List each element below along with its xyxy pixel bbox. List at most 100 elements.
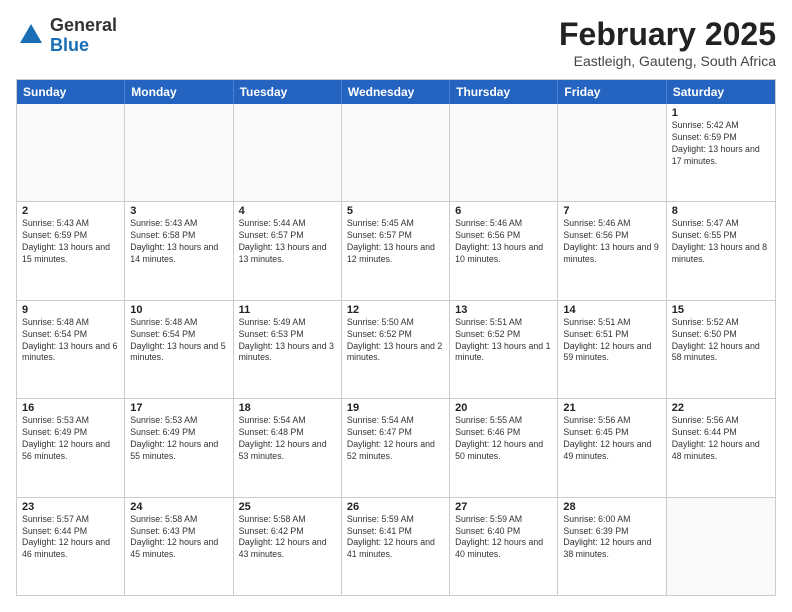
logo-general: General: [50, 15, 117, 35]
calendar-header: Sunday Monday Tuesday Wednesday Thursday…: [17, 80, 775, 104]
day-number: 12: [347, 304, 444, 316]
location: Eastleigh, Gauteng, South Africa: [559, 53, 776, 69]
calendar-body: 1Sunrise: 5:42 AM Sunset: 6:59 PM Daylig…: [17, 104, 775, 595]
calendar-row-3: 16Sunrise: 5:53 AM Sunset: 6:49 PM Dayli…: [17, 399, 775, 497]
calendar-cell: 20Sunrise: 5:55 AM Sunset: 6:46 PM Dayli…: [450, 399, 558, 496]
calendar-cell: 12Sunrise: 5:50 AM Sunset: 6:52 PM Dayli…: [342, 301, 450, 398]
day-number: 23: [22, 501, 119, 513]
day-number: 9: [22, 304, 119, 316]
day-info: Sunrise: 5:57 AM Sunset: 6:44 PM Dayligh…: [22, 514, 119, 562]
day-number: 24: [130, 501, 227, 513]
day-number: 16: [22, 402, 119, 414]
calendar-cell: 6Sunrise: 5:46 AM Sunset: 6:56 PM Daylig…: [450, 202, 558, 299]
calendar-cell: 10Sunrise: 5:48 AM Sunset: 6:54 PM Dayli…: [125, 301, 233, 398]
header-saturday: Saturday: [667, 80, 775, 104]
header-monday: Monday: [125, 80, 233, 104]
header-friday: Friday: [558, 80, 666, 104]
day-info: Sunrise: 5:42 AM Sunset: 6:59 PM Dayligh…: [672, 120, 770, 168]
day-info: Sunrise: 5:43 AM Sunset: 6:58 PM Dayligh…: [130, 218, 227, 266]
calendar-cell: [667, 498, 775, 595]
day-info: Sunrise: 5:56 AM Sunset: 6:44 PM Dayligh…: [672, 415, 770, 463]
day-number: 11: [239, 304, 336, 316]
calendar-cell: 5Sunrise: 5:45 AM Sunset: 6:57 PM Daylig…: [342, 202, 450, 299]
calendar-cell: 8Sunrise: 5:47 AM Sunset: 6:55 PM Daylig…: [667, 202, 775, 299]
calendar-cell: 24Sunrise: 5:58 AM Sunset: 6:43 PM Dayli…: [125, 498, 233, 595]
day-number: 3: [130, 205, 227, 217]
day-number: 27: [455, 501, 552, 513]
day-number: 6: [455, 205, 552, 217]
day-info: Sunrise: 5:52 AM Sunset: 6:50 PM Dayligh…: [672, 317, 770, 365]
day-number: 19: [347, 402, 444, 414]
header-wednesday: Wednesday: [342, 80, 450, 104]
day-info: Sunrise: 5:48 AM Sunset: 6:54 PM Dayligh…: [22, 317, 119, 365]
calendar-cell: [17, 104, 125, 201]
day-info: Sunrise: 5:51 AM Sunset: 6:52 PM Dayligh…: [455, 317, 552, 365]
day-number: 17: [130, 402, 227, 414]
calendar-cell: 9Sunrise: 5:48 AM Sunset: 6:54 PM Daylig…: [17, 301, 125, 398]
day-number: 18: [239, 402, 336, 414]
logo-blue: Blue: [50, 35, 89, 55]
calendar-cell: 14Sunrise: 5:51 AM Sunset: 6:51 PM Dayli…: [558, 301, 666, 398]
day-number: 26: [347, 501, 444, 513]
day-number: 20: [455, 402, 552, 414]
calendar-row-2: 9Sunrise: 5:48 AM Sunset: 6:54 PM Daylig…: [17, 301, 775, 399]
calendar-cell: 25Sunrise: 5:58 AM Sunset: 6:42 PM Dayli…: [234, 498, 342, 595]
day-info: Sunrise: 5:58 AM Sunset: 6:43 PM Dayligh…: [130, 514, 227, 562]
day-number: 14: [563, 304, 660, 316]
day-info: Sunrise: 5:59 AM Sunset: 6:40 PM Dayligh…: [455, 514, 552, 562]
day-info: Sunrise: 5:49 AM Sunset: 6:53 PM Dayligh…: [239, 317, 336, 365]
day-info: Sunrise: 5:48 AM Sunset: 6:54 PM Dayligh…: [130, 317, 227, 365]
calendar-cell: 13Sunrise: 5:51 AM Sunset: 6:52 PM Dayli…: [450, 301, 558, 398]
header-thursday: Thursday: [450, 80, 558, 104]
day-info: Sunrise: 5:43 AM Sunset: 6:59 PM Dayligh…: [22, 218, 119, 266]
day-info: Sunrise: 5:55 AM Sunset: 6:46 PM Dayligh…: [455, 415, 552, 463]
header-sunday: Sunday: [17, 80, 125, 104]
calendar-cell: [450, 104, 558, 201]
day-info: Sunrise: 5:59 AM Sunset: 6:41 PM Dayligh…: [347, 514, 444, 562]
calendar-cell: 1Sunrise: 5:42 AM Sunset: 6:59 PM Daylig…: [667, 104, 775, 201]
calendar-cell: 11Sunrise: 5:49 AM Sunset: 6:53 PM Dayli…: [234, 301, 342, 398]
day-number: 22: [672, 402, 770, 414]
day-info: Sunrise: 5:46 AM Sunset: 6:56 PM Dayligh…: [455, 218, 552, 266]
calendar-cell: 18Sunrise: 5:54 AM Sunset: 6:48 PM Dayli…: [234, 399, 342, 496]
day-number: 21: [563, 402, 660, 414]
calendar-cell: 2Sunrise: 5:43 AM Sunset: 6:59 PM Daylig…: [17, 202, 125, 299]
title-block: February 2025 Eastleigh, Gauteng, South …: [559, 16, 776, 69]
day-info: Sunrise: 5:56 AM Sunset: 6:45 PM Dayligh…: [563, 415, 660, 463]
day-info: Sunrise: 5:58 AM Sunset: 6:42 PM Dayligh…: [239, 514, 336, 562]
calendar-row-4: 23Sunrise: 5:57 AM Sunset: 6:44 PM Dayli…: [17, 498, 775, 595]
month-title: February 2025: [559, 16, 776, 53]
calendar-cell: 17Sunrise: 5:53 AM Sunset: 6:49 PM Dayli…: [125, 399, 233, 496]
calendar-cell: 21Sunrise: 5:56 AM Sunset: 6:45 PM Dayli…: [558, 399, 666, 496]
day-number: 28: [563, 501, 660, 513]
calendar-cell: [234, 104, 342, 201]
header-tuesday: Tuesday: [234, 80, 342, 104]
day-info: Sunrise: 5:53 AM Sunset: 6:49 PM Dayligh…: [130, 415, 227, 463]
calendar-cell: 19Sunrise: 5:54 AM Sunset: 6:47 PM Dayli…: [342, 399, 450, 496]
calendar-cell: 7Sunrise: 5:46 AM Sunset: 6:56 PM Daylig…: [558, 202, 666, 299]
calendar-cell: 28Sunrise: 6:00 AM Sunset: 6:39 PM Dayli…: [558, 498, 666, 595]
logo-text: General Blue: [50, 16, 117, 56]
day-info: Sunrise: 5:47 AM Sunset: 6:55 PM Dayligh…: [672, 218, 770, 266]
calendar-cell: 4Sunrise: 5:44 AM Sunset: 6:57 PM Daylig…: [234, 202, 342, 299]
day-info: Sunrise: 5:44 AM Sunset: 6:57 PM Dayligh…: [239, 218, 336, 266]
calendar-cell: 26Sunrise: 5:59 AM Sunset: 6:41 PM Dayli…: [342, 498, 450, 595]
calendar-cell: 23Sunrise: 5:57 AM Sunset: 6:44 PM Dayli…: [17, 498, 125, 595]
calendar-cell: 15Sunrise: 5:52 AM Sunset: 6:50 PM Dayli…: [667, 301, 775, 398]
day-info: Sunrise: 5:45 AM Sunset: 6:57 PM Dayligh…: [347, 218, 444, 266]
calendar-cell: [558, 104, 666, 201]
day-number: 13: [455, 304, 552, 316]
calendar-cell: 3Sunrise: 5:43 AM Sunset: 6:58 PM Daylig…: [125, 202, 233, 299]
day-number: 2: [22, 205, 119, 217]
day-info: Sunrise: 5:53 AM Sunset: 6:49 PM Dayligh…: [22, 415, 119, 463]
day-info: Sunrise: 6:00 AM Sunset: 6:39 PM Dayligh…: [563, 514, 660, 562]
day-info: Sunrise: 5:46 AM Sunset: 6:56 PM Dayligh…: [563, 218, 660, 266]
logo-icon: [16, 21, 46, 51]
calendar-cell: 27Sunrise: 5:59 AM Sunset: 6:40 PM Dayli…: [450, 498, 558, 595]
day-number: 15: [672, 304, 770, 316]
calendar-cell: 22Sunrise: 5:56 AM Sunset: 6:44 PM Dayli…: [667, 399, 775, 496]
logo: General Blue: [16, 16, 117, 56]
page: General Blue February 2025 Eastleigh, Ga…: [0, 0, 792, 612]
day-number: 4: [239, 205, 336, 217]
calendar-cell: 16Sunrise: 5:53 AM Sunset: 6:49 PM Dayli…: [17, 399, 125, 496]
